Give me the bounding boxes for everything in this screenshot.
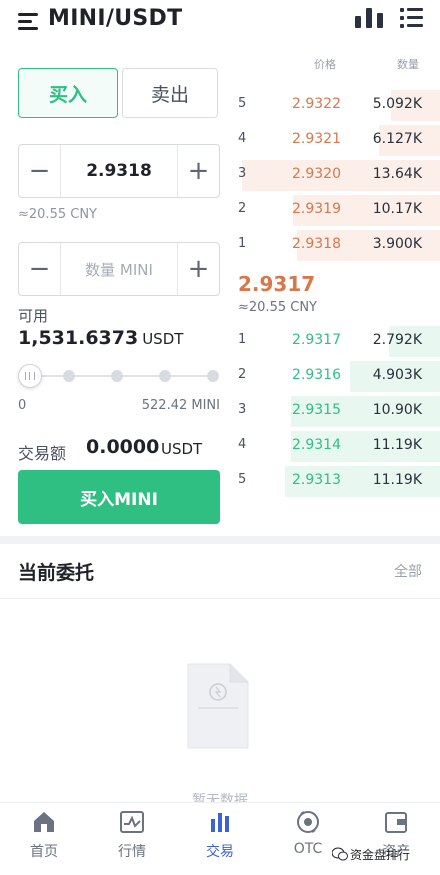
orderbook-qty-header: 数量	[397, 58, 419, 71]
ask-qty: 3.900K	[372, 236, 422, 252]
ask-price: 2.9319	[292, 201, 341, 217]
bid-price: 2.9315	[292, 402, 341, 418]
bid-row[interactable]: 2 2.9316 4.903K	[236, 359, 440, 394]
quantity-slider[interactable]	[18, 364, 220, 388]
list-icon[interactable]	[400, 7, 424, 29]
ask-qty: 6.127K	[372, 131, 422, 147]
ask-price: 2.9322	[292, 96, 341, 112]
bid-idx: 1	[238, 332, 247, 347]
ask-price: 2.9318	[292, 236, 341, 252]
bid-idx: 4	[238, 437, 247, 452]
amount-unit: USDT	[161, 440, 203, 458]
bid-row[interactable]: 3 2.9315 10.90K	[236, 394, 440, 429]
ask-qty: 10.17K	[372, 201, 422, 217]
ask-row[interactable]: 2 2.9319 10.17K	[236, 193, 440, 228]
quantity-decrease-button[interactable]: −	[19, 243, 61, 295]
top-header: MINI/USDT	[0, 0, 440, 44]
bottom-navigation: 首页 行情 交易 OTC 资产	[0, 802, 440, 875]
ask-qty: 5.092K	[372, 96, 422, 112]
quantity-increase-button[interactable]: +	[177, 243, 219, 295]
nav-item-trade[interactable]: 交易	[176, 803, 264, 875]
available-balance: 1,531.6373 USDT	[18, 327, 183, 349]
bid-qty: 11.19K	[372, 472, 422, 488]
all-orders-link[interactable]: 全部	[394, 561, 422, 581]
quantity-input[interactable]: 数量 MINI	[61, 243, 177, 295]
bid-idx: 3	[238, 402, 247, 417]
price-increase-button[interactable]: +	[177, 145, 219, 197]
ask-row[interactable]: 5 2.9322 5.092K	[236, 88, 440, 123]
home-icon	[31, 809, 57, 835]
ask-price: 2.9320	[292, 166, 341, 182]
last-price[interactable]: 2.9317	[238, 272, 315, 296]
amount-value: 0.0000	[86, 436, 160, 458]
price-cny-estimate: ≈20.55 CNY	[18, 207, 97, 222]
available-label: 可用	[18, 307, 49, 325]
buy-button[interactable]: 买入MINI	[18, 470, 220, 524]
quantity-stepper[interactable]: − 数量 MINI +	[18, 242, 220, 296]
price-stepper[interactable]: − 2.9318 +	[18, 144, 220, 198]
bid-price: 2.9314	[292, 437, 341, 453]
nav-label-market: 行情	[118, 844, 146, 860]
bid-idx: 2	[238, 367, 247, 382]
nav-item-assets[interactable]: 资产	[352, 803, 440, 875]
current-orders-title: 当前委托	[18, 562, 95, 584]
hamburger-menu-icon[interactable]	[18, 12, 40, 32]
nav-label-trade: 交易	[206, 844, 234, 860]
nav-item-market[interactable]: 行情	[88, 803, 176, 875]
ask-price: 2.9321	[292, 131, 341, 147]
orderbook-price-header: 价格	[314, 58, 336, 71]
wallet-icon	[383, 809, 409, 835]
price-input[interactable]: 2.9318	[61, 145, 177, 197]
amount-label: 交易额	[18, 444, 67, 463]
bid-qty: 11.19K	[372, 437, 422, 453]
orders-divider	[0, 598, 440, 599]
slider-handle[interactable]	[18, 364, 42, 388]
bid-idx: 5	[238, 472, 247, 487]
ask-idx: 5	[238, 96, 247, 111]
ask-row[interactable]: 3 2.9320 13.64K	[236, 158, 440, 193]
wechat-icon	[331, 846, 348, 861]
watermark-text: 资金盘排行	[350, 848, 411, 862]
ask-qty: 13.64K	[372, 166, 422, 182]
ask-row[interactable]: 1 2.9318 3.900K	[236, 228, 440, 263]
bid-row[interactable]: 4 2.9314 11.19K	[236, 429, 440, 464]
empty-document-icon	[186, 660, 250, 752]
available-unit: USDT	[142, 330, 184, 348]
slider-node-50[interactable]	[111, 370, 123, 382]
nav-item-otc[interactable]: OTC	[264, 803, 352, 875]
bid-qty: 2.792K	[372, 332, 422, 348]
last-price-cny: ≈20.55 CNY	[238, 300, 317, 315]
bid-price: 2.9316	[292, 367, 341, 383]
slider-min-label: 0	[18, 398, 27, 413]
bid-price: 2.9317	[292, 332, 341, 348]
section-divider	[0, 536, 440, 544]
available-value: 1,531.6373	[18, 327, 139, 349]
bid-qty: 4.903K	[372, 367, 422, 383]
bar-chart-icon[interactable]	[355, 6, 385, 28]
nav-item-home[interactable]: 首页	[0, 803, 88, 875]
tab-sell[interactable]: 卖出	[122, 68, 218, 118]
ask-idx: 2	[238, 201, 247, 216]
market-chart-icon	[119, 809, 145, 835]
tab-buy[interactable]: 买入	[18, 68, 118, 118]
trade-bars-icon	[207, 809, 233, 835]
slider-node-75[interactable]	[159, 370, 171, 382]
otc-exchange-icon	[295, 809, 321, 835]
bid-row[interactable]: 5 2.9313 11.19K	[236, 464, 440, 499]
bid-price: 2.9313	[292, 472, 341, 488]
pair-title[interactable]: MINI/USDT	[48, 6, 182, 31]
slider-max-label: 522.42 MINI	[141, 398, 220, 413]
nav-label-home: 首页	[30, 844, 58, 860]
slider-node-100[interactable]	[207, 370, 219, 382]
ask-row[interactable]: 4 2.9321 6.127K	[236, 123, 440, 158]
ask-idx: 1	[238, 236, 247, 251]
slider-node-25[interactable]	[63, 370, 75, 382]
bid-row[interactable]: 1 2.9317 2.792K	[236, 324, 440, 359]
ask-idx: 4	[238, 131, 247, 146]
bid-qty: 10.90K	[372, 402, 422, 418]
price-decrease-button[interactable]: −	[19, 145, 61, 197]
ask-idx: 3	[238, 166, 247, 181]
grip-icon	[25, 372, 35, 380]
